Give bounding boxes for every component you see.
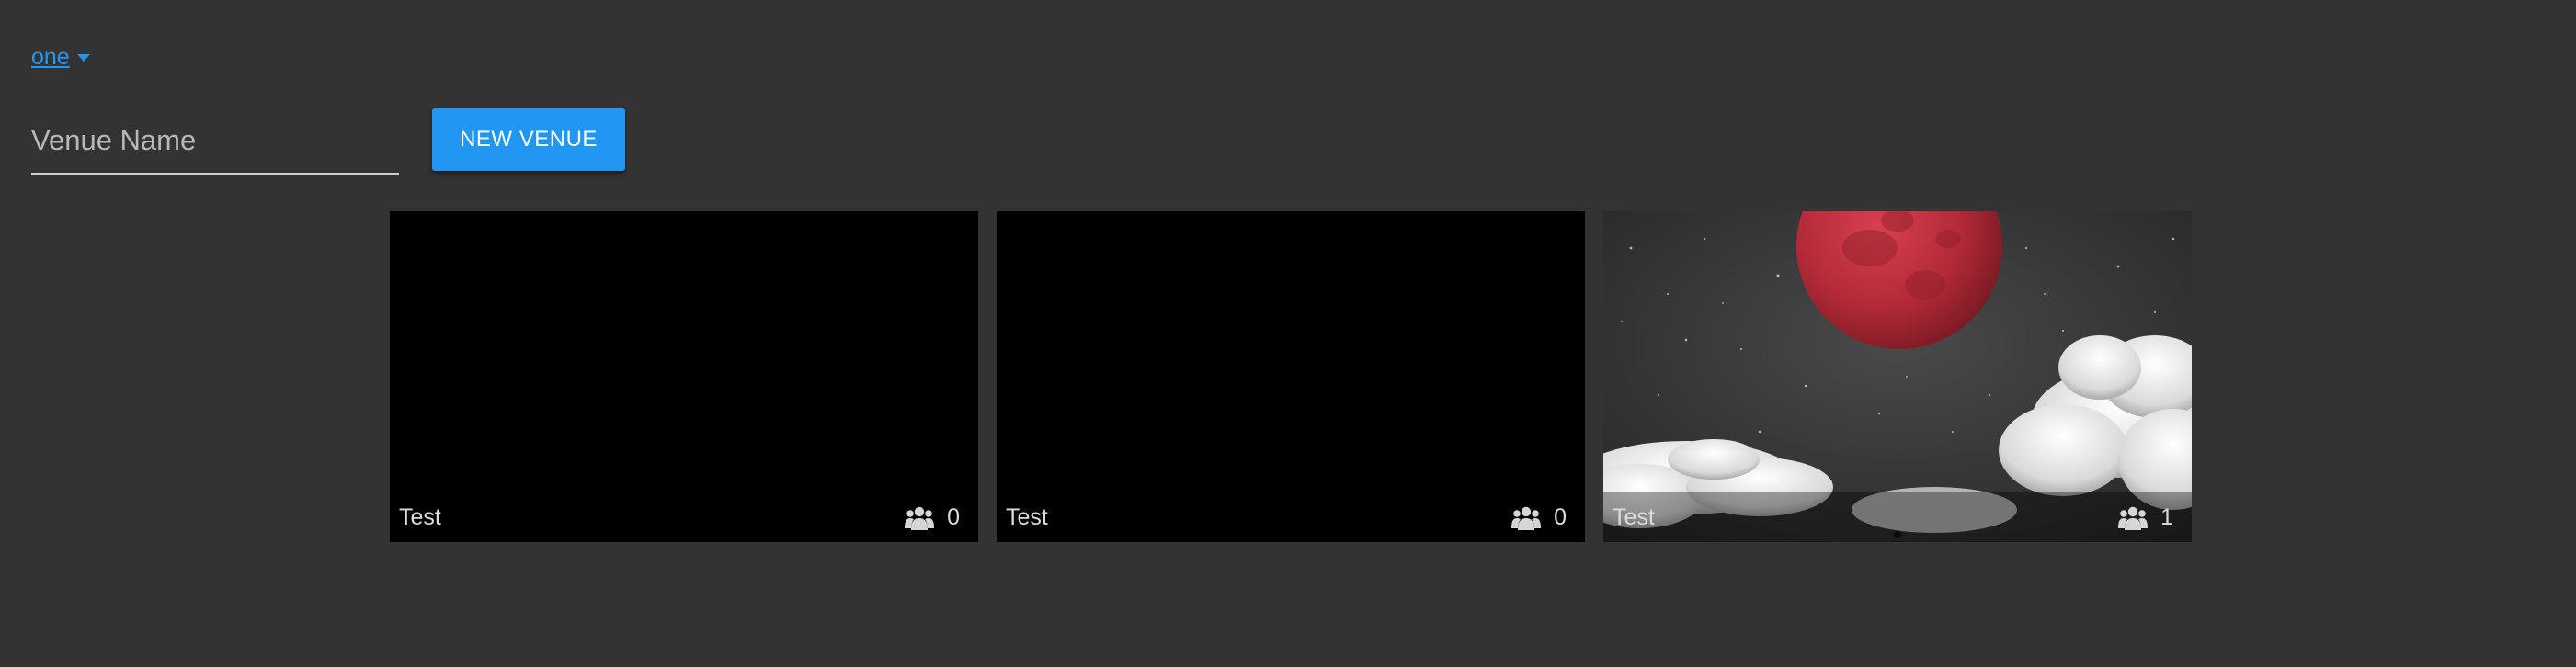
venue-participants: 1 <box>2118 504 2173 531</box>
venue-card-footer <box>390 492 978 542</box>
users-icon <box>1511 506 1542 530</box>
venue-name-input[interactable] <box>31 110 399 171</box>
venue-card-footer <box>1603 492 2192 542</box>
users-icon <box>2118 506 2149 530</box>
participant-count: 1 <box>2160 504 2173 530</box>
venue-card[interactable]: Test 0 <box>997 211 1585 542</box>
participant-count: 0 <box>947 504 960 530</box>
page: one NEW VENUE Test <box>0 0 2576 667</box>
new-venue-button[interactable]: NEW VENUE <box>432 108 625 171</box>
venue-card-footer <box>997 492 1585 542</box>
venue-title: Test <box>399 504 441 530</box>
venue-card[interactable]: Test 0 <box>390 211 978 542</box>
venue-card[interactable]: Test 1 <box>1603 211 2192 542</box>
account-label: one <box>31 44 70 70</box>
users-icon <box>905 506 935 530</box>
venue-participants: 0 <box>905 504 960 531</box>
venue-title: Test <box>1613 504 1655 530</box>
venue-name-field <box>31 110 399 175</box>
caret-down-icon <box>76 54 90 62</box>
venue-participants: 0 <box>1511 504 1567 531</box>
participant-count: 0 <box>1554 504 1567 530</box>
account-switcher[interactable]: one <box>31 42 90 72</box>
venue-list: Test 0 Test 0 Test 1 <box>390 211 2192 542</box>
venue-title: Test <box>1006 504 1048 530</box>
